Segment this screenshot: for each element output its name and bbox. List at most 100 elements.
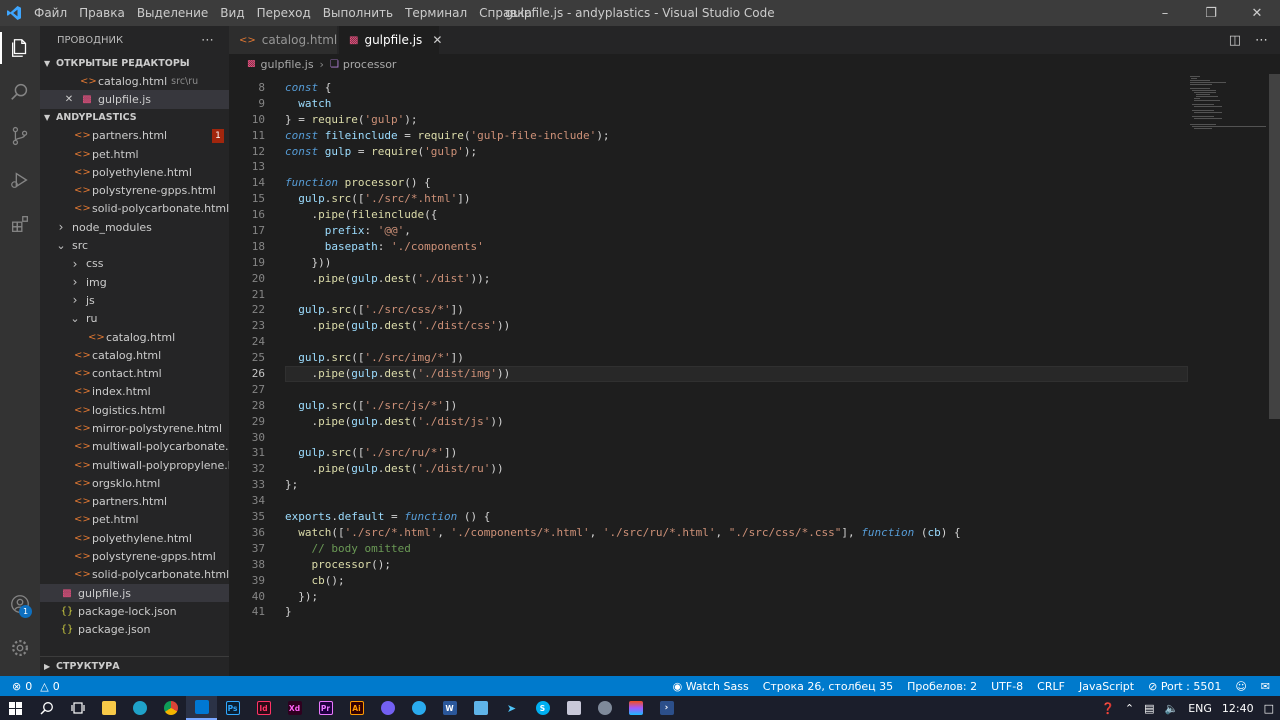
code-line[interactable]: exports.default = function () { bbox=[285, 509, 1185, 525]
code-line[interactable]: gulp.src(['./src/img/*']) bbox=[285, 350, 1185, 366]
cursor-position[interactable]: Строка 26, столбец 35 bbox=[763, 680, 893, 693]
menu-item[interactable]: Переход bbox=[251, 0, 317, 26]
tree-item[interactable]: › node_modules bbox=[40, 218, 229, 236]
open-editors-section[interactable]: ▼ ОТКРЫТЫЕ РЕДАКТОРЫ bbox=[40, 54, 229, 72]
keyboard-language[interactable]: ENG bbox=[1188, 702, 1212, 715]
tree-item[interactable]: <> pet.html bbox=[40, 511, 229, 529]
tree-item[interactable]: <> partners.html bbox=[40, 493, 229, 511]
clock[interactable]: 12:40 bbox=[1222, 702, 1254, 715]
viber-app-icon[interactable] bbox=[372, 696, 403, 720]
globe-app-icon[interactable] bbox=[589, 696, 620, 720]
tree-item[interactable]: ▩ gulpfile.js bbox=[40, 584, 229, 603]
network-icon[interactable]: ▤ bbox=[1144, 702, 1154, 715]
encoding[interactable]: UTF-8 bbox=[991, 680, 1023, 693]
line-ending[interactable]: CRLF bbox=[1037, 680, 1065, 693]
watch-sass-button[interactable]: ◉ Watch Sass bbox=[673, 680, 749, 693]
tree-item[interactable]: <> polyethylene.html bbox=[40, 163, 229, 181]
code-line[interactable]: .pipe(gulp.dest('./dist/css')) bbox=[285, 318, 1185, 334]
chrome-app-icon[interactable] bbox=[155, 696, 186, 720]
code-line[interactable]: } = require('gulp'); bbox=[285, 112, 1185, 128]
code-line[interactable]: prefix: '@@', bbox=[285, 223, 1185, 239]
code-line[interactable]: .pipe(gulp.dest('./dist/ru')) bbox=[285, 461, 1185, 477]
code-line[interactable]: basepath: './components' bbox=[285, 239, 1185, 255]
premiere-app-icon[interactable]: Pr bbox=[310, 696, 341, 720]
code-line[interactable] bbox=[285, 493, 1185, 509]
code-line[interactable]: })) bbox=[285, 255, 1185, 271]
menu-item[interactable]: Вид bbox=[214, 0, 250, 26]
editor-scrollbar[interactable] bbox=[1269, 74, 1280, 676]
tree-item[interactable]: <> polyethylene.html bbox=[40, 529, 229, 547]
mail-app-icon[interactable] bbox=[558, 696, 589, 720]
open-editor-item[interactable]: ✕ ▩ gulpfile.js bbox=[40, 90, 229, 109]
live-server-port[interactable]: ⊘ Port : 5501 bbox=[1148, 680, 1221, 693]
more-actions-icon[interactable]: ⋯ bbox=[201, 33, 215, 48]
arrow-app-icon[interactable]: ➤ bbox=[496, 696, 527, 720]
tree-item[interactable]: <> partners.html 1 bbox=[40, 127, 229, 145]
project-section[interactable]: ▼ ANDYPLASTICS bbox=[40, 109, 229, 127]
code-line[interactable]: watch(['./src/*.html', './components/*.h… bbox=[285, 525, 1185, 541]
code-line[interactable] bbox=[285, 382, 1185, 398]
breadcrumb-symbol[interactable]: processor bbox=[343, 58, 397, 71]
tree-item[interactable]: <> contact.html bbox=[40, 364, 229, 382]
code-line[interactable] bbox=[285, 430, 1185, 446]
code-line[interactable] bbox=[285, 159, 1185, 175]
language-mode[interactable]: JavaScript bbox=[1079, 680, 1134, 693]
split-editor-icon[interactable]: ◫ bbox=[1229, 33, 1241, 48]
code-line[interactable]: // body omitted bbox=[285, 541, 1185, 557]
code-line[interactable]: cb(); bbox=[285, 573, 1185, 589]
indentation[interactable]: Пробелов: 2 bbox=[907, 680, 977, 693]
volume-icon[interactable]: 🔈 bbox=[1164, 702, 1178, 715]
tree-item[interactable]: › js bbox=[40, 291, 229, 309]
tree-item[interactable]: <> polystyrene-gpps.html bbox=[40, 181, 229, 199]
scrollbar-thumb[interactable] bbox=[1269, 74, 1280, 419]
tree-item[interactable]: {} package-lock.json bbox=[40, 602, 229, 620]
tree-item[interactable]: <> mirror-polystyrene.html bbox=[40, 419, 229, 437]
illustrator-app-icon[interactable]: Ai bbox=[341, 696, 372, 720]
close-editor-icon[interactable]: ✕ bbox=[62, 94, 76, 105]
word-app-icon[interactable]: W bbox=[434, 696, 465, 720]
tree-item[interactable]: ⌄ ru bbox=[40, 310, 229, 328]
code-line[interactable]: const { bbox=[285, 80, 1185, 96]
code-line[interactable]: const gulp = require('gulp'); bbox=[285, 144, 1185, 160]
tree-item[interactable]: ⌄ src bbox=[40, 236, 229, 254]
menu-item[interactable]: Правка bbox=[73, 0, 131, 26]
close-tab-icon[interactable]: ✕ bbox=[432, 33, 442, 47]
code-line[interactable]: gulp.src(['./src/*.html']) bbox=[285, 191, 1185, 207]
code-line[interactable]: gulp.src(['./src/js/*']) bbox=[285, 398, 1185, 414]
minimap[interactable] bbox=[1188, 74, 1268, 134]
figma-app-icon[interactable] bbox=[620, 696, 651, 720]
tree-item[interactable]: <> solid-polycarbonate.html bbox=[40, 200, 229, 218]
feedback-icon[interactable]: ☺ bbox=[1235, 680, 1246, 693]
notification-center-icon[interactable]: □ bbox=[1264, 702, 1274, 715]
code-line[interactable]: gulp.src(['./src/ru/*']) bbox=[285, 445, 1185, 461]
windows-start-icon[interactable] bbox=[0, 696, 31, 720]
code-line[interactable]: processor(); bbox=[285, 557, 1185, 573]
menu-item[interactable]: Файл bbox=[28, 0, 73, 26]
tree-item[interactable]: <> polystyrene-gpps.html bbox=[40, 547, 229, 565]
help-icon[interactable]: ❓ bbox=[1101, 702, 1115, 715]
maximize-icon[interactable]: ❐ bbox=[1188, 0, 1234, 26]
tree-item[interactable]: <> pet.html bbox=[40, 145, 229, 163]
tray-chevron-up-icon[interactable]: ⌃ bbox=[1125, 702, 1134, 715]
tree-item[interactable]: <> logistics.html bbox=[40, 401, 229, 419]
outline-section[interactable]: ▶ СТРУКТУРА bbox=[40, 656, 229, 676]
tree-item[interactable]: <>multiwall-polycarbonate.html bbox=[40, 438, 229, 456]
tree-item[interactable]: <>multiwall-polypropylene.html bbox=[40, 456, 229, 474]
menu-item[interactable]: Терминал bbox=[399, 0, 473, 26]
edge-app-icon[interactable] bbox=[124, 696, 155, 720]
code-line[interactable]: .pipe(gulp.dest('./dist/img')) bbox=[285, 366, 1185, 382]
code-line[interactable] bbox=[285, 287, 1185, 303]
code-line[interactable]: const fileinclude = require('gulp-file-i… bbox=[285, 128, 1185, 144]
problems-indicator[interactable]: ⊗ 0 △ 0 bbox=[0, 680, 60, 693]
breadcrumb-file[interactable]: gulpfile.js bbox=[261, 58, 314, 71]
code-line[interactable]: } bbox=[285, 604, 1185, 620]
code-line[interactable]: watch bbox=[285, 96, 1185, 112]
files-app-icon[interactable] bbox=[465, 696, 496, 720]
tree-item[interactable]: <> index.html bbox=[40, 383, 229, 401]
code-line[interactable]: gulp.src(['./src/css/*']) bbox=[285, 302, 1185, 318]
source-control-icon[interactable] bbox=[0, 114, 40, 158]
code-line[interactable]: function processor() { bbox=[285, 175, 1185, 191]
minimize-icon[interactable]: – bbox=[1142, 0, 1188, 26]
tree-item[interactable]: <> solid-polycarbonate.html bbox=[40, 566, 229, 584]
code-line[interactable]: .pipe(fileinclude({ bbox=[285, 207, 1185, 223]
